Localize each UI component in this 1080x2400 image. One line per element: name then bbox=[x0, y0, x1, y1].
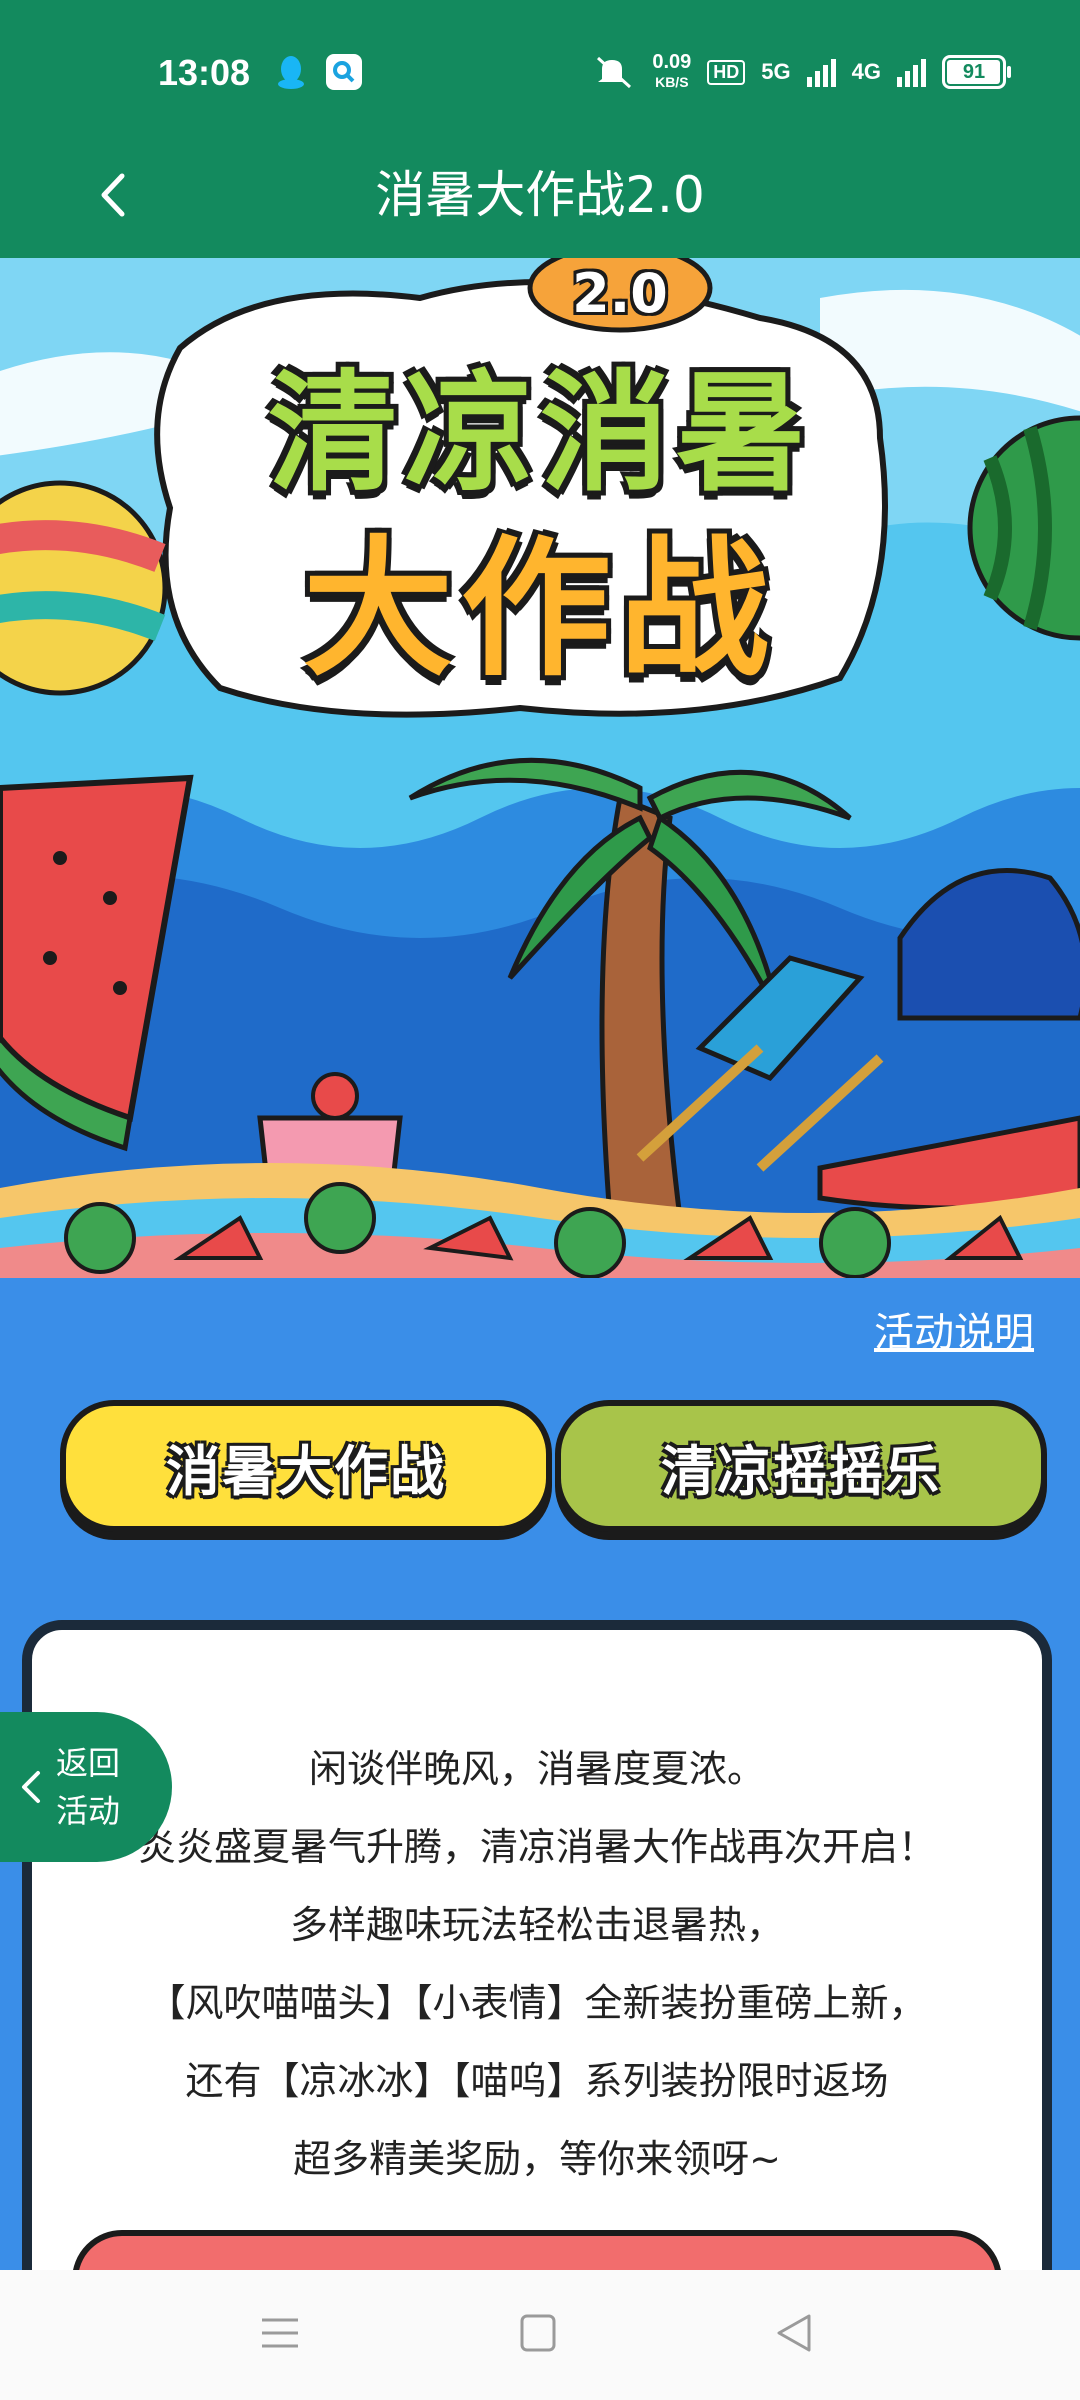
net-speed-unit: KB/S bbox=[655, 74, 689, 90]
banner-badge: 2.0 bbox=[572, 262, 668, 325]
return-to-activity-button[interactable]: 返回 活动 bbox=[0, 1712, 172, 1862]
return-label-line1: 返回 bbox=[56, 1744, 121, 1782]
intro-line: 【风吹喵喵头】【小表情】全新装扮重磅上新， bbox=[147, 1981, 927, 2025]
network-type-1: 5G bbox=[761, 59, 791, 84]
net-speed-value: 0.09 bbox=[652, 51, 692, 73]
activity-banner: 2.0 清凉消暑 大作战 bbox=[0, 258, 1080, 1278]
intro-line: 闲谈伴晚风，消暑度夏浓。 bbox=[308, 1747, 765, 1791]
status-time: 13:08 bbox=[158, 52, 251, 93]
return-label-line2: 活动 bbox=[56, 1792, 121, 1830]
tab-cool-shake[interactable]: 清凉摇摇乐 bbox=[555, 1400, 1047, 1532]
mute-icon bbox=[597, 56, 632, 89]
net-speed: 0.09 KB/S bbox=[652, 52, 691, 92]
tab-summer-battle[interactable]: 消暑大作战 bbox=[60, 1400, 552, 1532]
network-type-2: 4G bbox=[851, 59, 881, 84]
signal-icon-1 bbox=[806, 57, 836, 87]
intro-line: 还有【凉冰冰】【喵呜】系列装扮限时返场 bbox=[185, 2059, 889, 2103]
hd-voice-icon: HD bbox=[707, 59, 746, 85]
activity-rules-link[interactable]: 活动说明 bbox=[874, 1300, 1034, 1358]
intro-line: 多样趣味玩法轻松击退暑热， bbox=[289, 1903, 784, 1947]
app-header: 消暑大作战2.0 bbox=[0, 140, 1080, 258]
status-right-group: 0.09 KB/S HD 5G 4G 91 bbox=[594, 52, 1011, 92]
banner-title-line2: 大作战 bbox=[302, 523, 777, 697]
status-bar: 13:08 0.09 KB/S HD 5G 4G 91 bbox=[0, 0, 1080, 140]
intro-text: 闲谈伴晚风，消暑度夏浓。 炎炎盛夏暑气升腾，清凉消暑大作战再次开启！ 多样趣味玩… bbox=[32, 1730, 1042, 2198]
back-triangle-icon[interactable] bbox=[765, 2308, 825, 2358]
qq-penguin-icon bbox=[278, 56, 304, 89]
return-label: 返回 活动 bbox=[56, 1739, 128, 1835]
page-title: 消暑大作战2.0 bbox=[375, 166, 705, 224]
intro-line: 炎炎盛夏暑气升腾，清凉消暑大作战再次开启！ bbox=[137, 1825, 936, 1869]
system-nav-bar bbox=[0, 2270, 1080, 2400]
tab-label: 清凉摇摇乐 bbox=[661, 1439, 941, 1503]
battery-level: 91 bbox=[962, 61, 986, 83]
tab-label: 消暑大作战 bbox=[166, 1439, 446, 1503]
menu-icon[interactable] bbox=[250, 2308, 310, 2358]
intro-line: 超多精美奖励，等你来领呀~ bbox=[293, 2137, 781, 2181]
chevron-left-icon bbox=[22, 1771, 40, 1803]
battery-icon: 91 bbox=[942, 55, 1011, 89]
signal-icon-2 bbox=[897, 57, 926, 87]
search-app-icon bbox=[326, 54, 362, 90]
home-icon[interactable] bbox=[508, 2308, 568, 2358]
intro-card: 闲谈伴晚风，消暑度夏浓。 炎炎盛夏暑气升腾，清凉消暑大作战再次开启！ 多样趣味玩… bbox=[22, 1620, 1052, 2380]
